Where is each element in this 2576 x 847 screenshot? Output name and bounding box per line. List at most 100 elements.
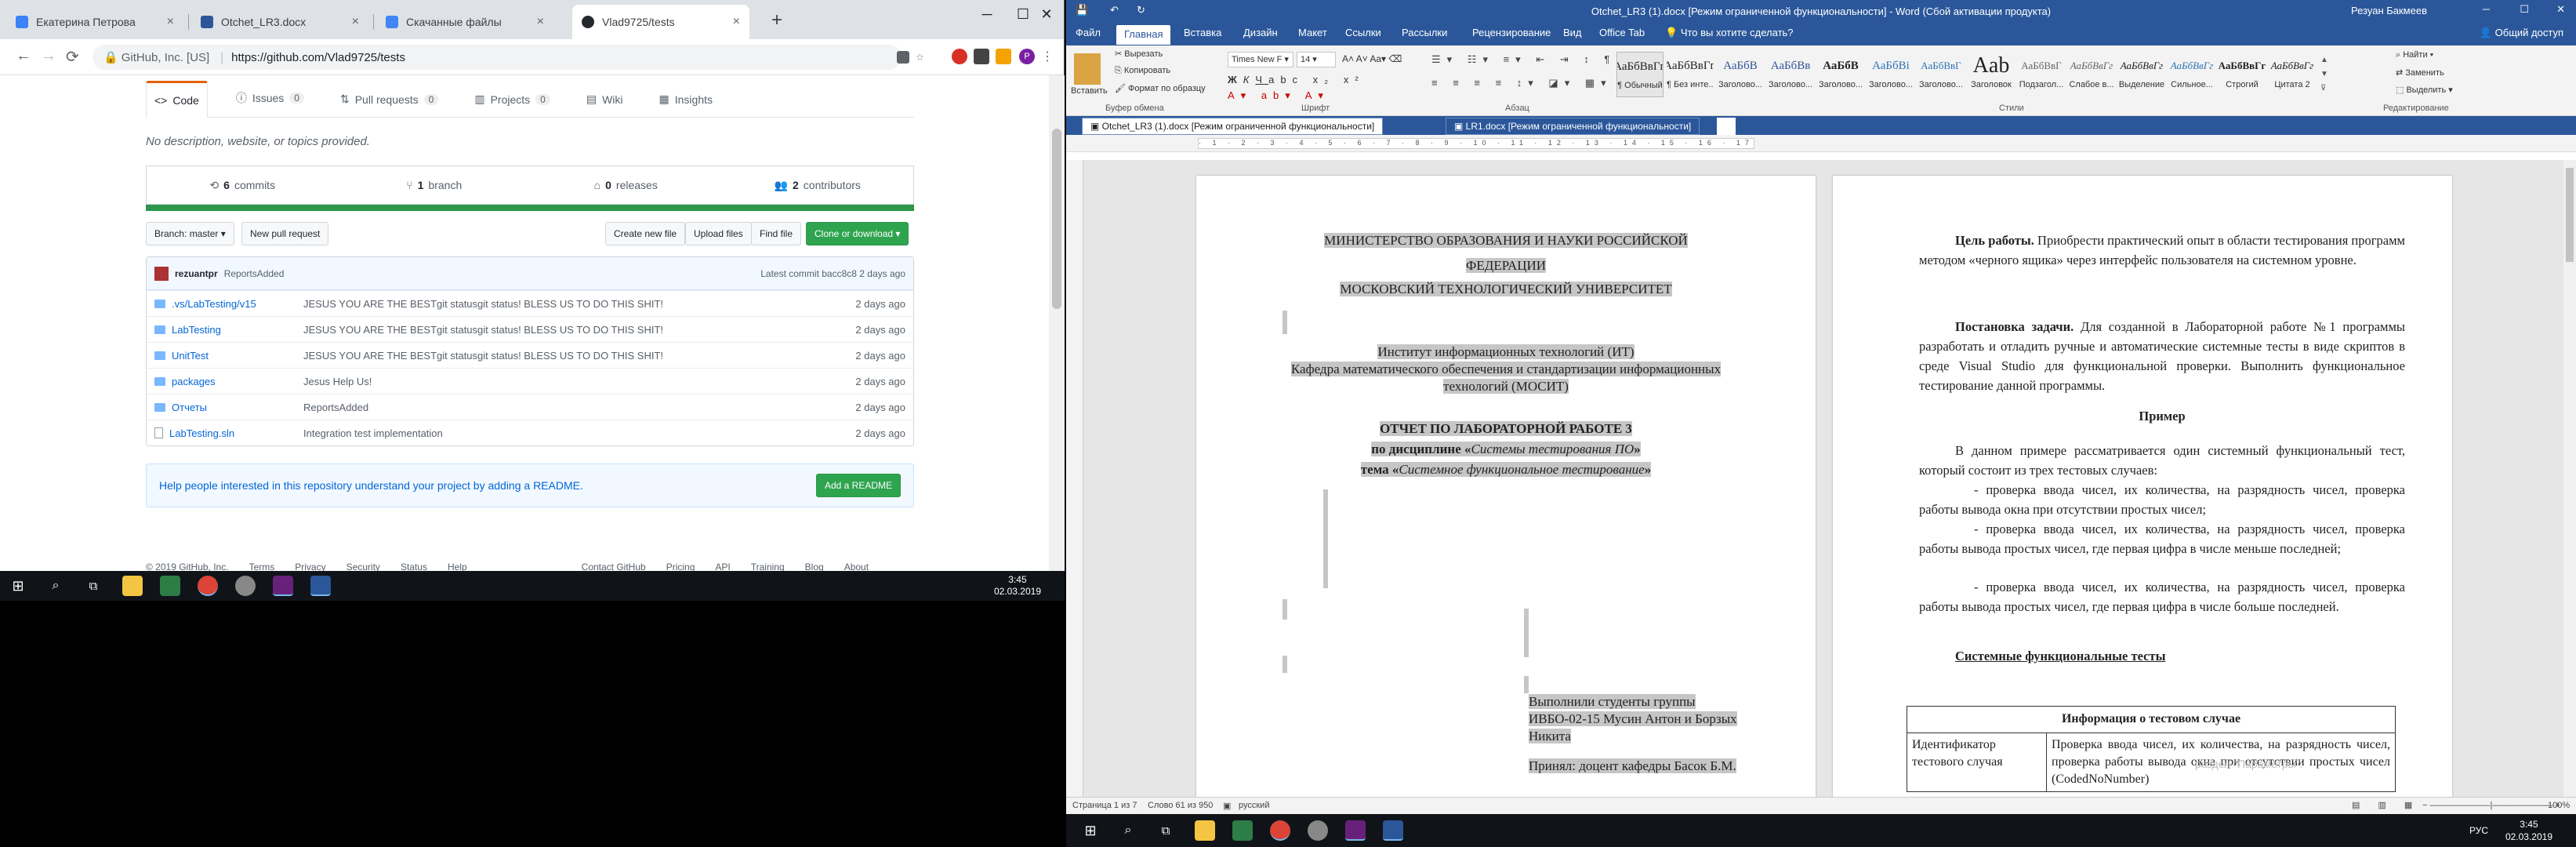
style-item[interactable]: АаБбВвГг, ¶ Без инте... [1667, 52, 1714, 97]
style-item[interactable]: АаБбВі Заголово... [1867, 52, 1914, 97]
scrollbar-thumb[interactable] [1052, 129, 1061, 309]
style-item[interactable]: АаБбВвГг Цитата 2 [2269, 52, 2316, 97]
zoom-level[interactable]: 100% [2548, 801, 2570, 810]
file-name[interactable]: packages [172, 376, 216, 387]
document-page-1[interactable]: МИНИСТЕРСТВО ОБРАЗОВАНИЯ И НАУКИ РОССИЙС… [1196, 176, 1816, 797]
footer-link[interactable]: Terms [249, 562, 275, 571]
contributors-link[interactable]: 👥 2 contributors [722, 166, 914, 204]
style-item[interactable]: АаБбВвГг Выделение [2118, 52, 2165, 97]
footer-link[interactable]: Status [401, 562, 427, 571]
windows-start-icon[interactable]: ⊞ [1080, 820, 1101, 841]
word-count[interactable]: Слово 61 из 950 [1148, 801, 1213, 810]
tab-mailings[interactable]: Рассылки [1402, 27, 1447, 38]
grow-font-button[interactable]: A˄ A˅ Aa▾ ⌫ [1342, 53, 1402, 64]
commits-link[interactable]: ⟲ 6 commits [147, 166, 339, 204]
font-name-select[interactable]: Times New F ▾ [1228, 52, 1293, 67]
create-file-button[interactable]: Create new file [605, 222, 686, 245]
extension-icon[interactable] [974, 49, 989, 64]
tab-insert[interactable]: Вставка [1184, 27, 1221, 38]
commit-message[interactable]: ReportsAdded [224, 268, 755, 279]
menu-icon[interactable]: ⋮ [1039, 49, 1055, 64]
upload-files-button[interactable]: Upload files [685, 222, 752, 245]
close-tab-icon[interactable]: × [352, 15, 359, 29]
style-item[interactable]: АаБбВвГ Заголово... [1917, 52, 1965, 97]
file-explorer-icon[interactable] [122, 576, 143, 596]
page-count[interactable]: Страница 1 из 7 [1072, 801, 1137, 810]
table-row[interactable]: UnitTest JESUS YOU ARE THE BESTgit status… [147, 342, 913, 368]
style-item[interactable]: АаБбВвГг Строгий [2219, 52, 2266, 97]
footer-link[interactable]: Security [346, 562, 380, 571]
footer-link[interactable]: API [715, 562, 730, 571]
taskbar-clock[interactable]: 3:45 02.03.2019 [994, 574, 1041, 598]
tab-code[interactable]: <> Code [146, 81, 208, 118]
translate-icon[interactable] [897, 51, 909, 64]
store-icon[interactable] [160, 576, 180, 596]
share-button[interactable]: 👤 Общий доступ [2480, 27, 2563, 39]
document-area[interactable]: МИНИСТЕРСТВО ОБРАЗОВАНИЯ И НАУКИ РОССИЙС… [1066, 160, 2563, 797]
style-item[interactable]: АаБбВвГг Слабое в... [2068, 52, 2115, 97]
chrome-icon[interactable] [198, 576, 218, 596]
table-row[interactable]: Отчеты ReportsAdded 2 days ago [147, 394, 913, 420]
style-normal[interactable]: АаБбВвГг, ¶ Обычный [1616, 52, 1664, 97]
commit-message[interactable]: Jesus Help Us! [303, 376, 835, 387]
tab-view[interactable]: Вид [1563, 27, 1582, 38]
clone-download-button[interactable]: Clone or download ▾ [806, 222, 909, 245]
document-scrollbar[interactable] [2563, 160, 2576, 797]
minimize-button[interactable]: ─ [969, 3, 1005, 25]
file-name[interactable]: LabTesting [172, 324, 221, 336]
maximize-button[interactable]: ☐ [2520, 3, 2529, 16]
tab-file[interactable]: Файл [1076, 27, 1101, 38]
tab-design[interactable]: Дизайн [1243, 27, 1278, 38]
tab-layout[interactable]: Макет [1298, 27, 1327, 38]
tab-review[interactable]: Рецензирование [1472, 27, 1551, 38]
tab-office-tab[interactable]: Office Tab [1599, 27, 1645, 38]
scrollbar-thumb[interactable] [2566, 168, 2574, 262]
align-buttons[interactable]: ≡ ≡ ≡ ≡ ↕▾ ◪▾ ▦▾ [1431, 77, 1613, 89]
opera-extension-icon[interactable] [952, 49, 967, 64]
view-mode-buttons[interactable]: ▤ ▥ ▦ [2352, 800, 2420, 810]
branches-link[interactable]: ⑂ 1 branch [339, 166, 531, 204]
tab-insights[interactable]: ▦ Insights [651, 93, 720, 117]
tell-me-field[interactable]: 💡 Что вы хотите сделать? [1665, 27, 1794, 39]
extension-icon[interactable] [996, 49, 1011, 64]
add-readme-button[interactable]: Add a README [815, 474, 901, 497]
visual-studio-icon[interactable] [1345, 820, 1366, 841]
tab-home[interactable]: Главная [1116, 25, 1171, 45]
file-name[interactable]: UnitTest [172, 350, 209, 362]
taskbar-clock[interactable]: 3:45 02.03.2019 [2505, 818, 2552, 843]
profile-avatar[interactable]: P [1019, 49, 1035, 64]
format-painter-button[interactable]: 🖌 Формат по образцу [1115, 83, 1206, 93]
user-name[interactable]: Резуан Бакмеев [2351, 5, 2427, 16]
visual-studio-icon[interactable] [273, 576, 293, 596]
browser-tab[interactable]: Otchet_LR3.docx × [191, 5, 368, 39]
paste-icon[interactable] [1074, 53, 1101, 85]
close-window-button[interactable]: ✕ [1029, 3, 1065, 25]
style-item[interactable]: АаБбВ Заголово... [1717, 52, 1764, 97]
search-icon[interactable]: ⌕ [1118, 820, 1138, 841]
commit-message[interactable]: ReportsAdded [303, 402, 835, 413]
doc-tab[interactable]: ▣ LR1.docx [Режим ограниченной функциона… [1446, 118, 1700, 135]
find-button[interactable]: ⌕ Найти ▾ [2396, 50, 2433, 60]
latest-commit-info[interactable]: Latest commit bacc8c8 2 days ago [760, 268, 905, 279]
close-window-button[interactable]: ✕ [2556, 3, 2565, 16]
copy-button[interactable]: ⎘ Копировать [1115, 66, 1170, 76]
browser-tab[interactable]: Екатерина Петрова × [6, 5, 183, 39]
footer-link[interactable]: Contact GitHub [582, 562, 646, 571]
commit-message[interactable]: JESUS YOU ARE THE BESTgit statusgit stat… [303, 298, 835, 310]
app-icon[interactable] [1308, 820, 1328, 841]
address-bar[interactable]: 🔒 GitHub, Inc. [US] | https://github.com… [93, 45, 902, 70]
branch-select-button[interactable]: Branch: master ▾ [146, 222, 234, 245]
footer-link[interactable]: Privacy [295, 562, 325, 571]
vertical-ruler[interactable] [1066, 160, 1083, 797]
style-item[interactable]: АаБбВвГ Подзагол... [2018, 52, 2065, 97]
browser-tab-active[interactable]: Vlad9725/tests × [572, 5, 749, 39]
tab-pull-requests[interactable]: ⇅ Pull requests 0 [332, 93, 446, 117]
commit-message[interactable]: Integration test implementation [303, 427, 835, 439]
style-item[interactable]: АаБбВвГг Сильное... [2168, 52, 2215, 97]
footer-link[interactable]: Blog [805, 562, 824, 571]
font-color-buttons[interactable]: A▾ ab▾ A▾ [1228, 89, 1330, 102]
forward-button[interactable]: → [41, 47, 56, 65]
styles-scroll-icon[interactable]: ▲ ▼ ⊽ [2320, 53, 2328, 96]
store-icon[interactable] [1232, 820, 1253, 841]
footer-link[interactable]: Training [751, 562, 785, 571]
